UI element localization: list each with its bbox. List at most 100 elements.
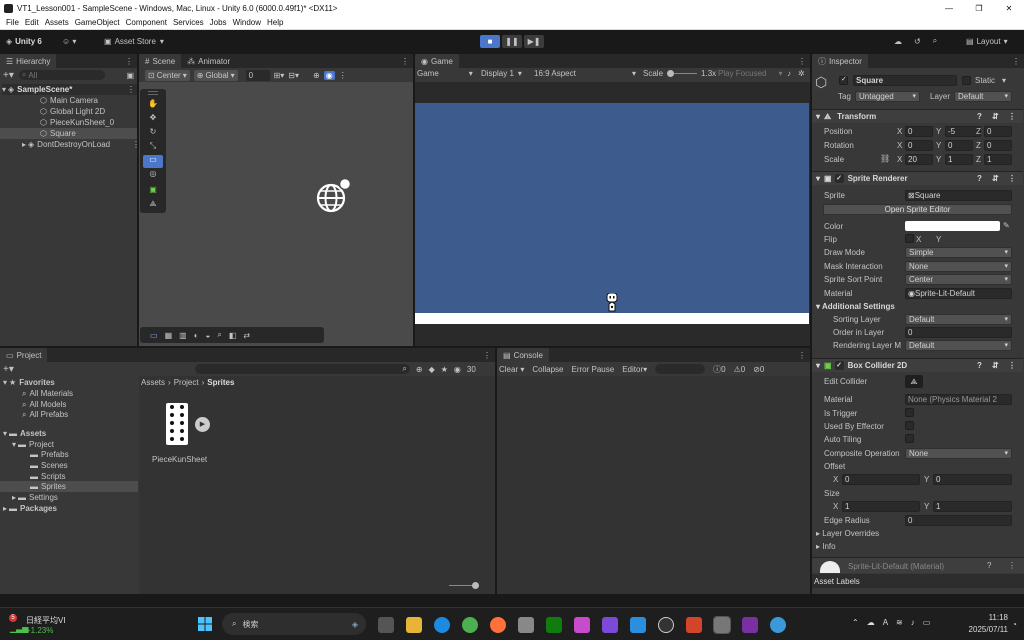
- minimize-icon[interactable]: —: [934, 4, 964, 13]
- firefox-icon[interactable]: [490, 616, 506, 633]
- cloud-sync-icon[interactable]: ☁: [867, 618, 875, 627]
- flip-x-checkbox[interactable]: [905, 234, 914, 243]
- composite-operation-dropdown[interactable]: None: [905, 448, 1012, 459]
- used-by-effector-checkbox[interactable]: [905, 421, 914, 430]
- rect-select-icon[interactable]: ▭: [150, 331, 158, 340]
- menu-jobs[interactable]: Jobs: [210, 18, 227, 27]
- more-options-icon[interactable]: ⋮: [798, 351, 806, 360]
- more-options-icon[interactable]: ⋮: [1008, 174, 1016, 183]
- help-icon[interactable]: ?: [977, 112, 982, 121]
- offset-x-field[interactable]: 0: [842, 474, 920, 485]
- expand-play-icon[interactable]: ▶: [195, 417, 210, 432]
- clear-button[interactable]: Clear ▾: [499, 365, 524, 374]
- menu-services[interactable]: Services: [173, 18, 204, 27]
- picker-icon[interactable]: ⌕: [217, 330, 221, 340]
- list-item[interactable]: ▬ Sprites: [0, 481, 138, 492]
- tab-animator[interactable]: ⁂ Animator: [181, 54, 236, 68]
- menu-file[interactable]: File: [6, 18, 19, 27]
- chevron-up-icon[interactable]: ⌃: [852, 618, 859, 627]
- collider-material-field[interactable]: None (Physics Material 2: [905, 394, 1012, 405]
- add-icon[interactable]: +▾: [3, 364, 14, 375]
- list-item[interactable]: ▾ ★ Favorites: [3, 377, 55, 388]
- size-x-field[interactable]: 1: [842, 501, 920, 512]
- notifications-icon[interactable]: ◔: [1012, 620, 1017, 629]
- history-icon[interactable]: ↺: [914, 37, 921, 46]
- unity-editor-icon[interactable]: [713, 615, 731, 634]
- active-checkbox[interactable]: ✓: [839, 76, 848, 85]
- visibility-icon[interactable]: ◉: [454, 365, 461, 374]
- link-icon[interactable]: ⛓: [880, 154, 890, 163]
- windows-start-icon[interactable]: [198, 617, 212, 631]
- scale-x-field[interactable]: 20: [905, 154, 933, 165]
- draw-mode-dropdown[interactable]: Simple: [905, 247, 1012, 258]
- help-icon[interactable]: ?: [977, 361, 982, 370]
- tag-dropdown[interactable]: Untagged: [855, 91, 920, 102]
- xbox-icon[interactable]: [546, 616, 562, 633]
- scale-slider[interactable]: Scale 1.3x: [643, 69, 716, 78]
- speaker-icon[interactable]: ♪: [911, 618, 915, 627]
- error-pause-button[interactable]: Error Pause: [572, 365, 615, 374]
- error-count-toggle[interactable]: ⊘0: [753, 365, 764, 374]
- more-options-icon[interactable]: ⋮: [798, 57, 806, 66]
- edit-collider-button[interactable]: ⟁: [905, 375, 923, 388]
- is-trigger-checkbox[interactable]: [905, 408, 914, 417]
- menu-window[interactable]: Window: [233, 18, 261, 27]
- list-item[interactable]: ▬ Scenes: [30, 460, 68, 471]
- transform-header[interactable]: ▾ ⟁ Transform ? ⇵ ⋮: [812, 109, 1023, 123]
- collider-edit-icon[interactable]: ▣: [143, 185, 163, 198]
- list-item[interactable]: ▸ ◈ DontDestroyOnLoad ⋮: [22, 139, 140, 150]
- clock[interactable]: 11:18 2025/07/11: [968, 613, 1008, 634]
- pause-button[interactable]: ❚❚: [502, 35, 522, 48]
- list-item[interactable]: ⬡ PieceKunSheet_0: [40, 117, 114, 128]
- color-swatch[interactable]: [905, 221, 1000, 231]
- open-sprite-editor-button[interactable]: Open Sprite Editor: [823, 204, 1012, 215]
- display-dropdown[interactable]: Display 1 ▾: [481, 69, 522, 78]
- edge-icon[interactable]: [434, 616, 450, 633]
- auto-tiling-checkbox[interactable]: [905, 434, 914, 443]
- breadcrumb-item[interactable]: Assets: [141, 378, 165, 387]
- box-collider-header[interactable]: ▾ ▣ ✓ Box Collider 2D ? ⇵ ⋮: [812, 358, 1023, 372]
- play-button[interactable]: ■: [480, 35, 500, 48]
- wifi-icon[interactable]: ≋: [896, 618, 903, 627]
- tilemap-icon[interactable]: ▦: [165, 331, 173, 340]
- size-y-field[interactable]: 1: [933, 501, 1012, 512]
- menu-help[interactable]: Help: [267, 18, 283, 27]
- sorting-layer-dropdown[interactable]: Default: [905, 314, 1012, 325]
- edge-radius-field[interactable]: 0: [905, 515, 1012, 526]
- play-focused-dropdown[interactable]: Play Focused ▾: [718, 69, 782, 78]
- additional-settings-foldout[interactable]: ▾ Additional Settings: [816, 302, 895, 311]
- rotation-x-field[interactable]: 0: [905, 140, 933, 151]
- tab-console[interactable]: ▤ Console: [497, 348, 549, 362]
- layer-overrides-foldout[interactable]: ▸ Layer Overrides: [816, 529, 879, 538]
- tab-inspector[interactable]: ⓘ Inspector: [812, 54, 868, 68]
- aspect-dropdown[interactable]: 16:9 Aspect ▾: [534, 69, 636, 78]
- mask-interaction-dropdown[interactable]: None: [905, 261, 1012, 272]
- stock-widget[interactable]: 5 ▁▃▅ 日経平均VI +1.23%: [4, 612, 84, 638]
- list-item[interactable]: ▾ ▬ Assets: [3, 428, 46, 439]
- order-in-layer-field[interactable]: 0: [905, 327, 1012, 338]
- unity-hub-icon[interactable]: [518, 616, 534, 633]
- list-item[interactable]: ▬ Prefabs: [30, 449, 69, 460]
- collapse-button[interactable]: Collapse: [532, 365, 563, 374]
- tab-project[interactable]: ▭ Project: [0, 348, 48, 362]
- console-search-input[interactable]: [655, 364, 706, 374]
- fill-icon[interactable]: ◧: [229, 331, 237, 340]
- list-item[interactable]: ▸ ▬ Settings: [12, 492, 58, 503]
- rotation-y-field[interactable]: 0: [945, 140, 973, 151]
- chatgpt-icon[interactable]: [658, 616, 674, 633]
- more-options-icon[interactable]: ⋮: [1008, 112, 1016, 121]
- list-item[interactable]: ⬡ Square: [0, 128, 137, 139]
- more-options-icon[interactable]: ⋮: [125, 57, 133, 66]
- list-item[interactable]: ⌕ All Prefabs: [22, 409, 68, 420]
- help-icon[interactable]: ?: [987, 561, 991, 570]
- rendering-layer-dropdown[interactable]: Default: [905, 340, 1012, 351]
- menu-edit[interactable]: Edit: [25, 18, 39, 27]
- tab-scene[interactable]: # Scene: [139, 54, 182, 68]
- filter-icon[interactable]: ▣: [126, 71, 134, 80]
- favorite-icon[interactable]: ★: [441, 365, 448, 374]
- step-button[interactable]: ▶❚: [524, 35, 544, 48]
- game-view[interactable]: [415, 103, 809, 324]
- info-foldout[interactable]: ▸ Info: [816, 542, 836, 551]
- expand-arrow-icon[interactable]: ▾: [2, 85, 6, 94]
- browser-icon[interactable]: [770, 616, 786, 633]
